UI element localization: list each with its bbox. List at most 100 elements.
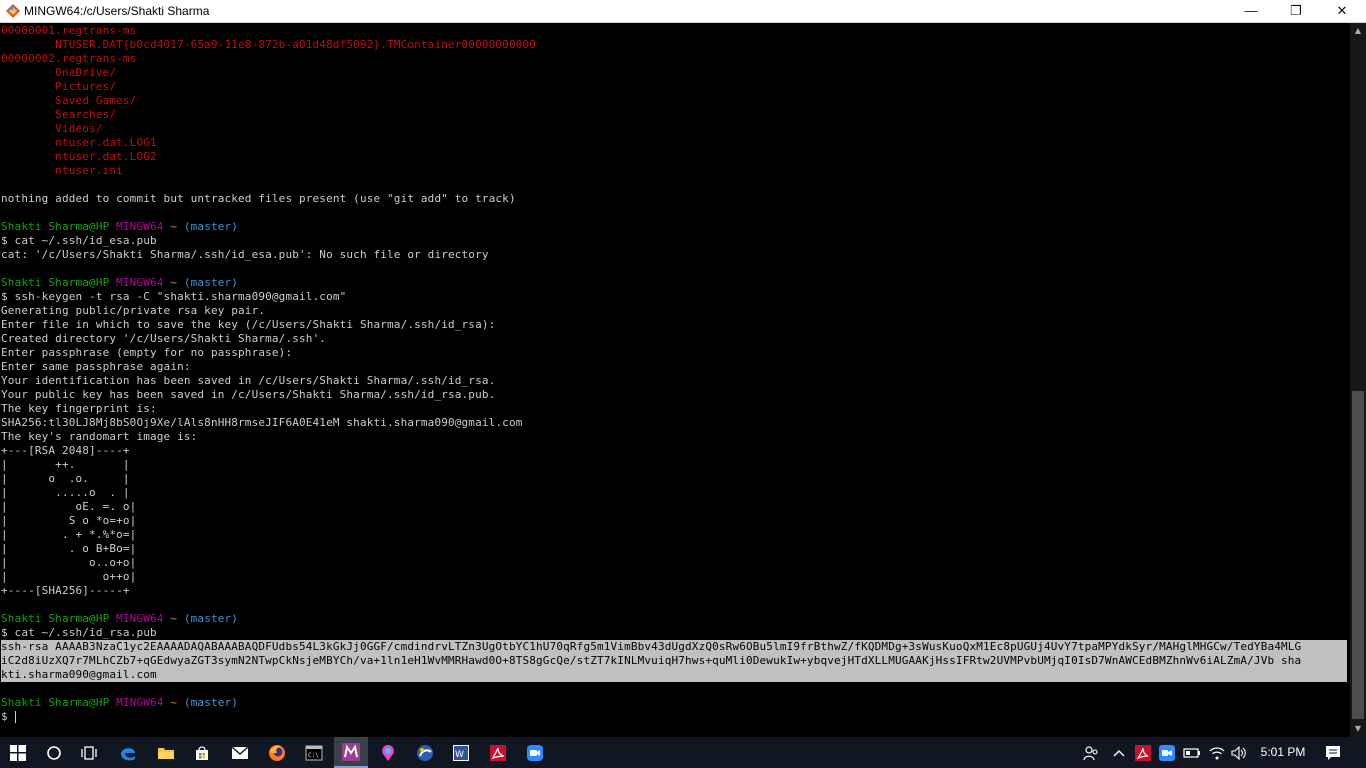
minimize-button[interactable]: — (1228, 0, 1274, 23)
paint-3d-icon[interactable] (371, 737, 405, 768)
terminal-text: MINGW64 (116, 276, 171, 289)
edge-icon[interactable] (111, 737, 145, 768)
terminal-line: Shakti Sharma@HP MINGW64 ~ (master) (1, 220, 1350, 234)
mail-icon[interactable] (223, 737, 257, 768)
zoom-icon[interactable] (518, 737, 552, 768)
terminal-text: | ++. | (1, 458, 130, 471)
terminal-line: The key fingerprint is: (1, 402, 1350, 416)
terminal-line: Videos/ (1, 122, 1350, 136)
zoom-tray-icon[interactable] (1156, 737, 1178, 768)
taskbar-clock[interactable]: 5:01 PM (1255, 737, 1311, 768)
terminal-text: | . + *.%*o=| (1, 528, 137, 541)
terminal-text: MINGW64 (116, 696, 171, 709)
app-icon[interactable] (408, 737, 442, 768)
terminal-text: Pictures/ (1, 80, 117, 93)
terminal-line: $ ssh-keygen -t rsa -C "shakti.sharma090… (1, 290, 1350, 304)
acrobat-tray-icon[interactable] (1132, 737, 1154, 768)
terminal-line: | oE. =. o| (1, 500, 1350, 514)
battery-icon[interactable] (1180, 737, 1204, 768)
terminal-text: Your identification has been saved in /c… (1, 374, 496, 387)
terminal-line: iC2d8iUzXQ7r7MLhCZb7+qGEdwyaZGT3symN2NTw… (1, 654, 1347, 668)
terminal-line: Searches/ (1, 108, 1350, 122)
svg-text:C:\: C:\ (308, 752, 319, 759)
terminal-line: | . o B+Bo=| (1, 542, 1350, 556)
git-bash-taskbar-icon[interactable] (334, 737, 368, 768)
terminal-line: nothing added to commit but untracked fi… (1, 192, 1350, 206)
acrobat-icon[interactable] (481, 737, 515, 768)
terminal-line: Your public key has been saved in /c/Use… (1, 388, 1350, 402)
terminal-text: (master) (183, 276, 239, 289)
terminal-line: | o .o. | (1, 472, 1350, 486)
terminal-text: Enter passphrase (empty for no passphras… (1, 346, 293, 359)
terminal-output[interactable]: 00000001.regtrans-ms NTUSER.DAT{b0cd4017… (0, 23, 1350, 737)
windows-start-icon[interactable] (0, 737, 36, 768)
show-hidden-icons-icon[interactable] (1108, 737, 1130, 768)
scroll-up-icon[interactable]: ▲ (1350, 23, 1366, 39)
terminal-line: Created directory '/c/Users/Shakti Sharm… (1, 332, 1350, 346)
terminal-text: iC2d8iUzXQ7r7MLhCZb7+qGEdwyaZGT3symN2NTw… (1, 654, 1302, 667)
terminal-line: Saved Games/ (1, 94, 1350, 108)
terminal-text: MINGW64 (116, 220, 171, 233)
maximize-button[interactable]: ❐ (1273, 0, 1319, 23)
terminal-text: $ ssh-keygen -t rsa -C "shakti.sharma090… (1, 290, 347, 303)
taskbar: C:\ W 5:01 PM (0, 737, 1366, 768)
terminal-text: ssh-rsa AAAAB3NzaC1yc2EAAAADAQABAAABAQDF… (1, 640, 1302, 653)
file-explorer-icon[interactable] (149, 737, 183, 768)
terminal-line: ntuser.dat.LOG1 (1, 136, 1350, 150)
terminal-text: | oE. =. o| (1, 500, 137, 513)
terminal-text: +----[SHA256]-----+ (1, 584, 130, 597)
cmd-icon[interactable]: C:\ (297, 737, 331, 768)
terminal-text: | o++o| (1, 570, 137, 583)
word-app-icon[interactable]: W (444, 737, 478, 768)
terminal-line: 00000001.regtrans-ms (1, 24, 1350, 38)
terminal-text: MINGW64 (116, 612, 171, 625)
terminal-text: Generating public/private rsa key pair. (1, 304, 266, 317)
terminal-line: | .....o . | (1, 486, 1350, 500)
vertical-scrollbar[interactable]: ▲ ▼ (1350, 23, 1366, 737)
terminal-line: Enter passphrase (empty for no passphras… (1, 346, 1350, 360)
close-button[interactable]: ✕ (1319, 0, 1365, 23)
terminal-line: ntuser.dat.LOG2 (1, 150, 1350, 164)
action-center-icon[interactable] (1320, 737, 1346, 768)
terminal-text: Shakti Sharma@HP (1, 696, 117, 709)
terminal-line: | S o *o=+o| (1, 514, 1350, 528)
terminal-line: 00000002.regtrans-ms (1, 52, 1350, 66)
wifi-icon[interactable] (1206, 737, 1228, 768)
people-icon[interactable] (1078, 737, 1104, 768)
svg-text:W: W (455, 750, 464, 760)
terminal-line: NTUSER.DAT{b0cd4017-65a9-11e8-872b-a01d4… (1, 38, 1350, 52)
terminal-line: Pictures/ (1, 80, 1350, 94)
scroll-down-icon[interactable]: ▼ (1350, 721, 1366, 737)
terminal-text: | o .o. | (1, 472, 130, 485)
terminal-text: nothing added to commit but untracked fi… (1, 192, 516, 205)
terminal-text: SHA256:tl30LJ8Mj8bS0Oj9Xe/lAls8nHH8rmseJ… (1, 416, 523, 429)
terminal-text: Videos/ (1, 122, 103, 135)
terminal-line: ntuser.ini (1, 164, 1350, 178)
terminal-text: | S o *o=+o| (1, 514, 137, 527)
terminal-line: $ cat ~/.ssh/id_esa.pub (1, 234, 1350, 248)
scrollbar-thumb[interactable] (1352, 391, 1364, 719)
terminal-line: $ cat ~/.ssh/id_rsa.pub (1, 626, 1350, 640)
window-title: MINGW64:/c/Users/Shakti Sharma (24, 4, 210, 18)
terminal-line: Shakti Sharma@HP MINGW64 ~ (master) (1, 696, 1350, 710)
terminal-line: | . + *.%*o=| (1, 528, 1350, 542)
terminal-text: Shakti Sharma@HP (1, 612, 117, 625)
terminal-text: ~ (170, 696, 184, 709)
terminal-text: ~ (170, 276, 184, 289)
cortana-search-icon[interactable] (37, 737, 71, 768)
firefox-icon[interactable] (260, 737, 294, 768)
terminal-text: Enter same passphrase again: (1, 360, 191, 373)
terminal-text: | . o B+Bo=| (1, 542, 137, 555)
terminal-line: ssh-rsa AAAAB3NzaC1yc2EAAAADAQABAAABAQDF… (1, 640, 1347, 654)
terminal-text: | o..o+o| (1, 556, 137, 569)
title-bar: MINGW64:/c/Users/Shakti Sharma — ❐ ✕ (0, 0, 1366, 23)
store-icon[interactable] (185, 737, 219, 768)
task-view-icon[interactable] (72, 737, 106, 768)
terminal-line: +---[RSA 2048]----+ (1, 444, 1350, 458)
volume-icon[interactable] (1228, 737, 1250, 768)
terminal-text: (master) (183, 612, 239, 625)
git-bash-icon (6, 4, 20, 18)
terminal-text: kti.sharma090@gmail.com (1, 668, 157, 681)
